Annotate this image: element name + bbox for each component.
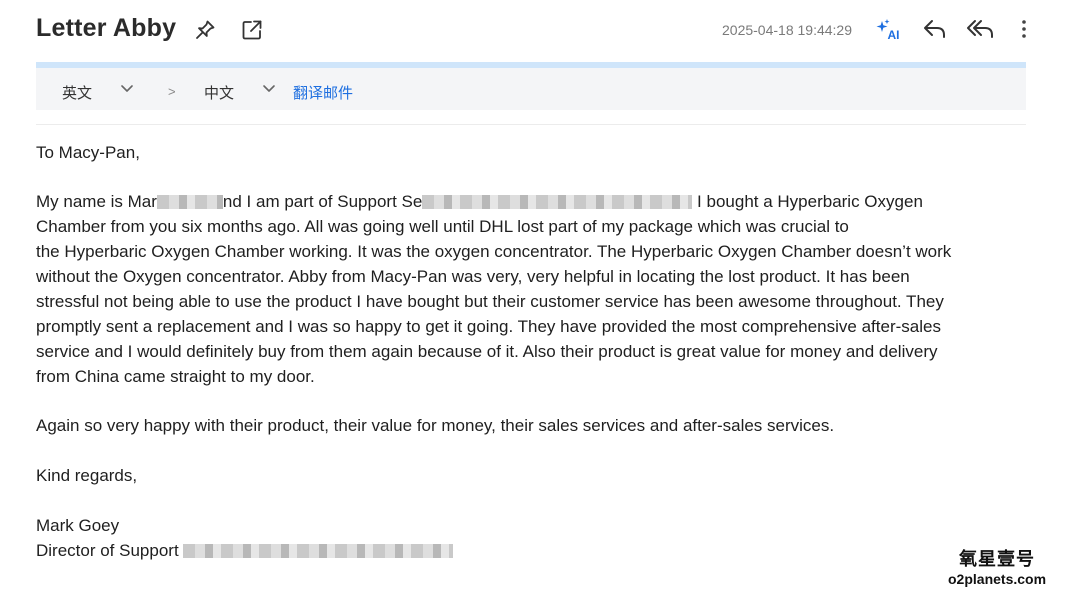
language-arrow: > (168, 84, 176, 99)
paragraph-line: from China came straight to my door. (36, 367, 315, 386)
paragraph-line: Chamber from you six months ago. All was… (36, 217, 849, 236)
ai-label: AI (888, 28, 900, 42)
translate-email-link[interactable]: 翻译邮件 (293, 82, 353, 103)
watermark-en: o2planets.com (948, 571, 1047, 587)
paragraph-line: service and I would definitely buy from … (36, 342, 938, 361)
text-fragment: I bought a Hyperbaric Oxygen (692, 192, 923, 211)
signature-title: Director of Support (36, 538, 1036, 563)
text-fragment: Director of Support (36, 541, 179, 560)
paragraph-line: without the Oxygen concentrator. Abby fr… (36, 267, 910, 286)
email-body: To Macy-Pan, (36, 140, 1036, 165)
divider (36, 124, 1026, 125)
paragraph-line: promptly sent a replacement and I was so… (36, 317, 941, 336)
email-timestamp: 2025-04-18 19:44:29 (722, 22, 852, 38)
pin-icon[interactable] (193, 18, 217, 42)
source-language-select[interactable]: 英文 (62, 82, 92, 103)
chevron-down-icon[interactable] (262, 84, 276, 94)
email-header: Letter Abby 2025-04-18 19:44:29 AI (0, 0, 1080, 60)
paragraph-line: stressful not being able to use the prod… (36, 292, 944, 311)
watermark: 氧星壹号 o2planets.com (948, 545, 1046, 587)
paragraph-line: My name is Mar nd I am part of Support Se… (36, 189, 1036, 214)
more-vertical-icon[interactable] (1016, 18, 1032, 40)
closing-line: Kind regards, (36, 466, 138, 485)
redacted-block (422, 195, 693, 209)
paragraph-line: Again so very happy with their product, … (36, 416, 835, 435)
popout-icon[interactable] (240, 18, 264, 42)
email-paragraph-1: My name is Mar nd I am part of Support Se… (36, 189, 1036, 389)
email-signature: Mark Goey Director of Support (36, 513, 1036, 563)
email-paragraph-2: Again so very happy with their product, … (36, 413, 1036, 438)
target-language-select[interactable]: 中文 (204, 82, 234, 103)
greeting: To Macy-Pan, (36, 143, 140, 162)
translation-bar: 英文 > 中文 翻译邮件 (36, 68, 1026, 110)
reply-icon[interactable] (922, 18, 948, 40)
ai-sparkle-icon[interactable]: AI (876, 18, 902, 42)
signature-name: Mark Goey (36, 516, 120, 535)
text-fragment: My name is Mar (36, 192, 157, 211)
redacted-block (156, 195, 223, 209)
chevron-down-icon[interactable] (120, 84, 134, 94)
reply-all-icon[interactable] (966, 18, 996, 40)
text-fragment: nd I am part of Support Se (222, 192, 423, 211)
watermark-cn: 氧星壹号 (959, 549, 1036, 569)
email-closing: Kind regards, (36, 463, 1036, 488)
paragraph-line: the Hyperbaric Oxygen Chamber working. I… (36, 242, 952, 261)
redacted-block (183, 544, 454, 558)
email-subject: Letter Abby (36, 14, 177, 42)
